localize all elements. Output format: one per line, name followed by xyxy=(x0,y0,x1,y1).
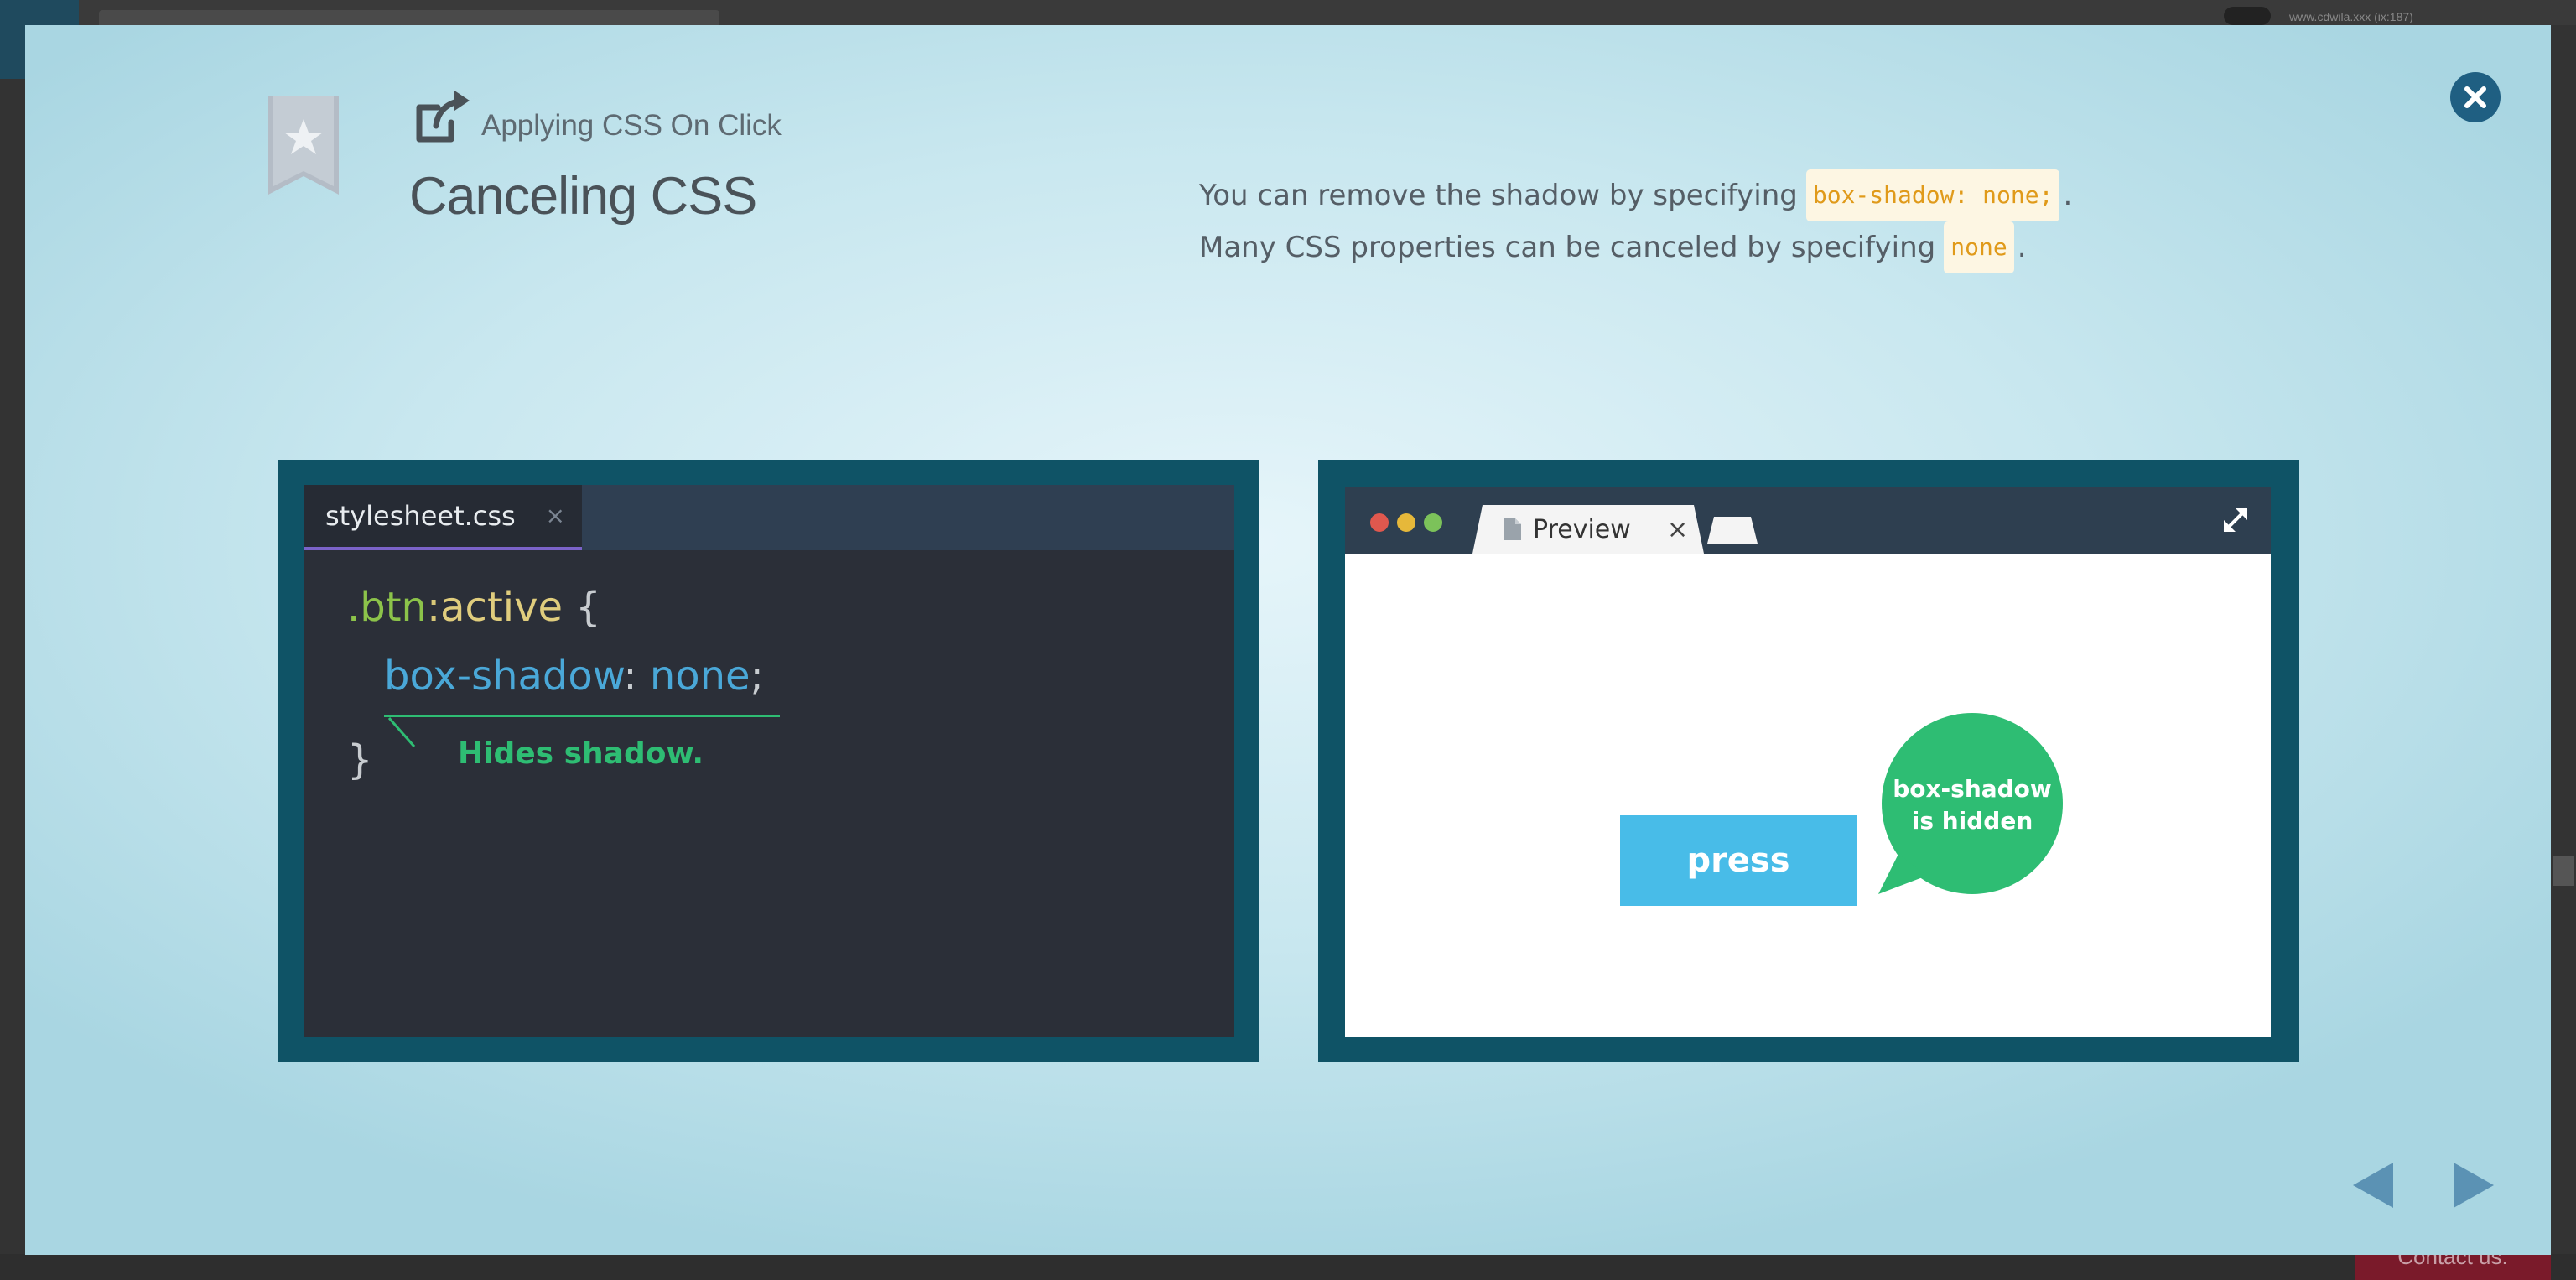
description-line-1: You can remove the shadow by specifying … xyxy=(1199,169,2072,221)
code-annotation: Hides shadow. xyxy=(458,736,704,771)
press-button[interactable]: press xyxy=(1620,815,1857,906)
code-line-selector: .btn:active { xyxy=(347,584,601,631)
tab-close-icon[interactable]: × xyxy=(1667,515,1688,544)
expand-icon[interactable] xyxy=(2220,505,2251,535)
lesson-subtitle-link[interactable]: Applying CSS On Click xyxy=(481,109,782,143)
slide-title: Canceling CSS xyxy=(409,167,757,226)
close-icon[interactable] xyxy=(2450,72,2501,122)
code-selector: .btn xyxy=(347,584,427,631)
code-colon: : xyxy=(623,653,650,700)
code-line-declaration: box-shadow: none; xyxy=(384,653,764,700)
previous-slide-arrow-icon[interactable] xyxy=(2353,1163,2393,1208)
code-highlight-underline xyxy=(384,715,780,717)
tab-stylesheet[interactable]: stylesheet.css × xyxy=(304,485,582,550)
code-editor-panel: stylesheet.css × .btn:active { box-shado… xyxy=(278,460,1259,1062)
description-text: You can remove the shadow by specifying xyxy=(1199,179,1798,212)
lesson-subtitle-row: Applying CSS On Click xyxy=(413,91,782,144)
browser-bar: Preview × xyxy=(1345,487,2271,554)
inline-code: box-shadow: none; xyxy=(1805,169,2060,221)
window-minimize-dot[interactable] xyxy=(1397,513,1415,532)
preview-panel: Preview × press box-shadow is hidden xyxy=(1318,460,2299,1062)
speech-bubble-text: box-shadow is hidden xyxy=(1882,715,2063,896)
new-tab-button[interactable] xyxy=(1707,517,1758,544)
code-editor: stylesheet.css × .btn:active { box-shado… xyxy=(304,485,1234,1037)
callout-line xyxy=(387,717,416,747)
external-link-icon[interactable] xyxy=(413,91,471,144)
code-value: none xyxy=(649,653,750,700)
background-scrollbar xyxy=(2553,856,2574,886)
window-close-dot[interactable] xyxy=(1370,513,1389,532)
description-text: Many CSS properties can be canceled by s… xyxy=(1199,231,1936,264)
description-text: . xyxy=(2017,231,2027,264)
code-pseudo-class: active xyxy=(440,584,564,631)
preview-browser: Preview × press box-shadow is hidden xyxy=(1345,487,2271,1037)
description-text: . xyxy=(2063,179,2073,212)
background-url-text: www.cdwila.xxx (ix:187) xyxy=(2289,10,2413,23)
code-close-brace: } xyxy=(347,736,373,783)
editor-tab-bar: stylesheet.css × xyxy=(304,485,1234,550)
next-slide-arrow-icon[interactable] xyxy=(2454,1163,2494,1208)
slide-modal: Applying CSS On Click Canceling CSS You … xyxy=(25,25,2551,1255)
bubble-line-2: is hidden xyxy=(1911,807,2033,835)
background-bottom-bar xyxy=(0,1254,2576,1280)
background-avatar xyxy=(2224,7,2271,25)
description-line-2: Many CSS properties can be canceled by s… xyxy=(1199,221,2072,273)
tab-close-icon[interactable]: × xyxy=(546,502,565,529)
code-pseudo-colon: : xyxy=(426,584,441,631)
browser-tab-label: Preview xyxy=(1533,514,1631,544)
code-semicolon: ; xyxy=(750,653,764,700)
bookmark-star-icon[interactable] xyxy=(268,96,339,195)
window-maximize-dot[interactable] xyxy=(1424,513,1442,532)
code-open-brace: { xyxy=(563,584,601,631)
editor-tab-label: stylesheet.css xyxy=(325,500,516,532)
tab-preview[interactable]: Preview × xyxy=(1472,505,1704,554)
code-property: box-shadow xyxy=(384,653,624,700)
code-area: .btn:active { box-shadow: none; Hides sh… xyxy=(304,550,1234,1037)
inline-code: none xyxy=(1944,221,2014,273)
slide-description: You can remove the shadow by specifying … xyxy=(1199,169,2072,273)
bubble-line-1: box-shadow xyxy=(1893,775,2052,803)
document-icon xyxy=(1504,518,1521,540)
